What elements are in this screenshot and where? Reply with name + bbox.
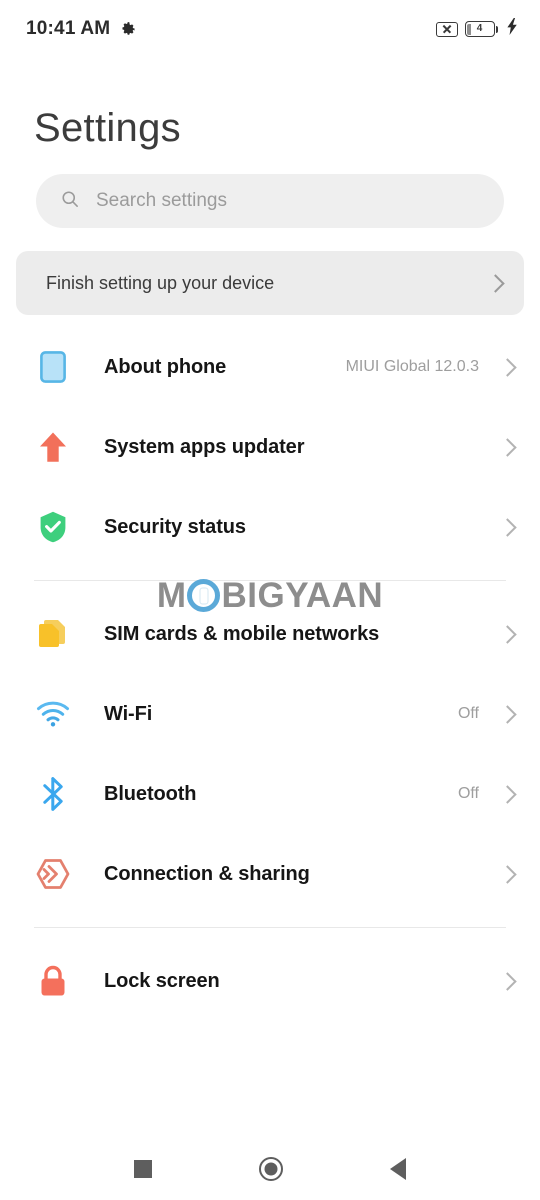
chevron-right-icon [498, 971, 517, 991]
chevron-right-icon [498, 704, 517, 724]
chevron-right-icon [498, 624, 517, 644]
finish-setup-banner[interactable]: Finish setting up your device [16, 251, 524, 315]
battery-level: 4 [476, 23, 483, 34]
search-icon [60, 189, 80, 214]
lock-icon [34, 962, 72, 1000]
list-item-label: About phone [104, 355, 227, 378]
recents-square-icon[interactable] [133, 1160, 152, 1178]
search-input[interactable]: Search settings [36, 174, 504, 228]
list-item-label: Bluetooth [104, 782, 197, 805]
chevron-right-icon [498, 864, 517, 884]
phone-outline-icon [34, 348, 72, 386]
list-item-security-status[interactable]: Security status [0, 487, 540, 567]
list-item-system-apps-updater[interactable]: System apps updater [0, 407, 540, 487]
settings-section-lockscreen: Lock screen [0, 941, 540, 1021]
back-triangle-icon[interactable] [390, 1158, 407, 1180]
charging-bolt-icon [505, 18, 518, 40]
status-bar-right: 4 [435, 18, 519, 40]
list-item-value: MIUI Global 12.0.3 [345, 358, 479, 375]
chevron-right-icon [498, 357, 517, 377]
home-circle-icon[interactable] [258, 1157, 283, 1181]
status-bar-left: 10:41 AM [26, 18, 137, 40]
settings-section-device: About phone MIUI Global 12.0.3 System ap… [0, 327, 540, 567]
chevron-right-icon [498, 437, 517, 457]
list-item-sim-cards[interactable]: SIM cards & mobile networks [0, 594, 540, 674]
list-item-label: Security status [104, 515, 246, 538]
chevron-right-icon [498, 784, 517, 804]
list-item-value: Off [457, 705, 479, 722]
list-item-lock-screen[interactable]: Lock screen [0, 941, 540, 1021]
chevron-right-icon [486, 273, 505, 293]
wifi-icon [34, 695, 72, 733]
section-divider [34, 927, 506, 928]
list-item-wifi[interactable]: Wi-Fi Off [0, 674, 540, 754]
chevron-right-icon [498, 517, 517, 537]
list-top-spacer [0, 315, 540, 327]
list-item-connection-sharing[interactable]: Connection & sharing [0, 834, 540, 914]
bluetooth-icon [34, 775, 72, 813]
search-container: Search settings [36, 174, 504, 228]
list-item-about-phone[interactable]: About phone MIUI Global 12.0.3 [0, 327, 540, 407]
list-item-label: Connection & sharing [104, 862, 310, 885]
battery-icon: 4 [464, 21, 498, 37]
gear-icon [120, 21, 137, 38]
battery-body: 4 [464, 21, 495, 37]
status-bar: 10:41 AM 4 [0, 0, 540, 58]
sim-cards-icon [34, 615, 72, 653]
list-item-label: Lock screen [104, 969, 220, 992]
sim-disabled-icon [435, 21, 458, 37]
settings-section-connectivity: SIM cards & mobile networks Wi-Fi Off Bl… [0, 594, 540, 914]
list-item-label: System apps updater [104, 435, 305, 458]
battery-cap [495, 25, 498, 33]
list-item-bluetooth[interactable]: Bluetooth Off [0, 754, 540, 834]
shield-check-icon [34, 508, 72, 546]
list-item-label: SIM cards & mobile networks [104, 622, 380, 645]
up-arrow-icon [34, 428, 72, 466]
android-navigation-bar [0, 1138, 540, 1200]
finish-setup-label: Finish setting up your device [46, 272, 275, 293]
search-placeholder: Search settings [96, 190, 227, 211]
status-clock: 10:41 AM [26, 18, 111, 39]
list-item-value: Off [457, 785, 479, 802]
list-item-label: Wi-Fi [104, 702, 153, 725]
section-divider [34, 580, 506, 581]
battery-fill [467, 23, 471, 35]
page-title: Settings [34, 106, 181, 150]
connection-sharing-icon [34, 855, 72, 893]
